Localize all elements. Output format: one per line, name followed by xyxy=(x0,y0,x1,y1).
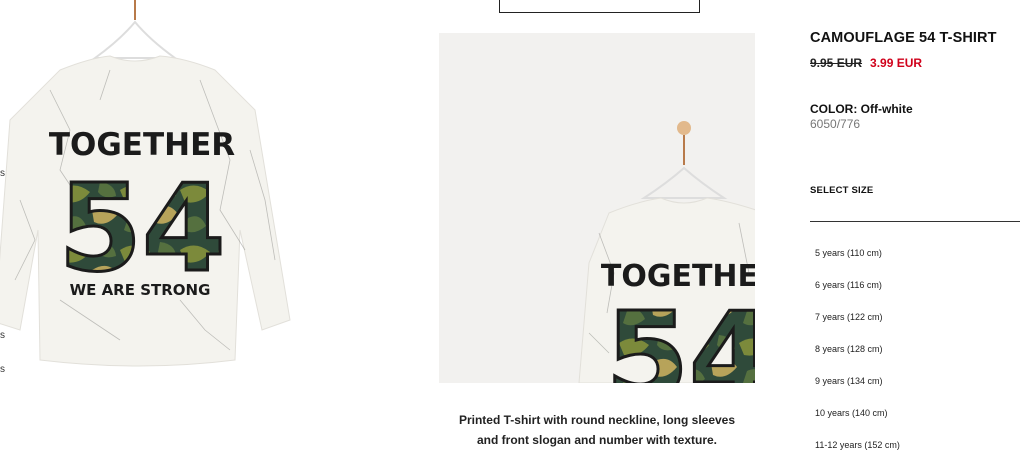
product-description: Printed T-shirt with round neckline, lon… xyxy=(439,410,755,450)
product-title: CAMOUFLAGE 54 T-SHIRT xyxy=(810,30,997,46)
color-row: COLOR: Off-white xyxy=(810,102,913,116)
graphic-number-center: 54 xyxy=(606,288,756,383)
price-row: 9.95 EUR 3.99 EUR xyxy=(810,56,922,70)
size-divider xyxy=(810,221,1020,222)
color-value: Off-white xyxy=(860,102,913,116)
color-label: COLOR: xyxy=(810,102,858,116)
size-list: 5 years (110 cm) 6 years (116 cm) 7 year… xyxy=(815,240,900,464)
graphic-word-bottom: WE ARE STRONG xyxy=(70,281,211,299)
sale-price: 3.99 EUR xyxy=(870,56,923,70)
size-option[interactable]: 8 years (128 cm) xyxy=(815,336,900,368)
center-product-image[interactable]: TOGETHER 54 xyxy=(439,33,755,383)
select-size-label: SELECT SIZE xyxy=(810,185,874,196)
graphic-number: 54 xyxy=(59,160,226,299)
size-option[interactable]: 7 years (122 cm) xyxy=(815,304,900,336)
description-line: Printed T-shirt with round neckline, lon… xyxy=(458,413,736,427)
graphic-word-top: TOGETHER xyxy=(49,127,235,163)
size-option[interactable]: 10 years (140 cm) xyxy=(815,400,900,432)
old-price: 9.95 EUR xyxy=(810,56,863,70)
shirt-photo-center: TOGETHER 54 xyxy=(578,121,756,383)
size-option[interactable]: 11-12 years (152 cm) xyxy=(815,432,900,464)
shirt-photo-left: TOGETHER 54 WE ARE STRONG xyxy=(0,0,291,367)
top-selector-box[interactable] xyxy=(499,0,700,13)
size-option[interactable]: 5 years (110 cm) xyxy=(815,240,900,272)
reference-code: 6050/776 xyxy=(810,117,861,131)
size-option[interactable]: 9 years (134 cm) xyxy=(815,368,900,400)
description-line: and front slogan and number with texture… xyxy=(476,433,717,447)
left-product-image[interactable]: s s s TOGETHER 54 WE ARE STRONG xyxy=(0,0,402,469)
size-option[interactable]: 6 years (116 cm) xyxy=(815,272,900,304)
